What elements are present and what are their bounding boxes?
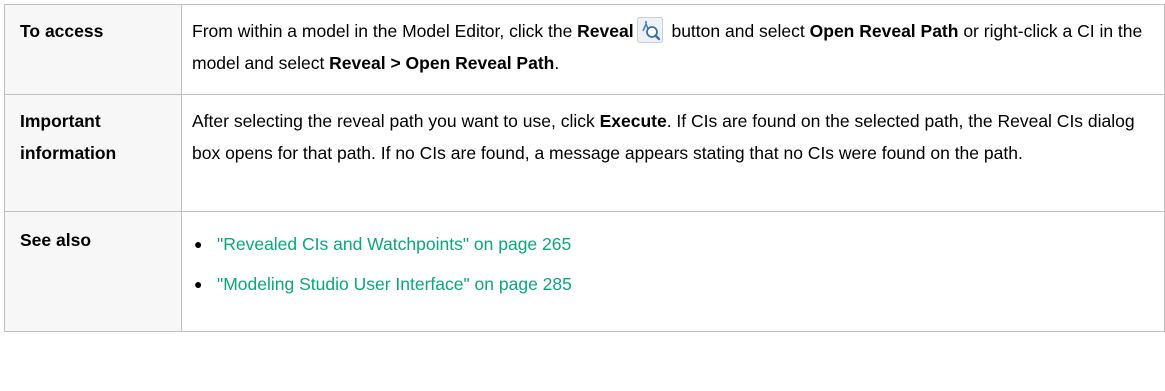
info-table: To access From within a model in the Mod…: [4, 4, 1165, 332]
link-revealed-cis-and-watchpoints[interactable]: "Revealed CIs and Watchpoints" on page 2…: [217, 234, 571, 254]
see-also-item: ● "Modeling Studio User Interface" on pa…: [192, 264, 1150, 304]
access-text-2: button and select: [666, 21, 810, 41]
reveal-icon: [636, 17, 663, 43]
see-also-item: ● "Revealed CIs and Watchpoints" on page…: [192, 224, 1150, 264]
access-text-4: .: [554, 53, 560, 73]
access-bold-open-reveal-path: Open Reveal Path: [809, 21, 959, 41]
important-text-1: After selecting the reveal path you want…: [192, 111, 600, 131]
row-see-also: See also ● "Revealed CIs and Watchpoints…: [4, 211, 1165, 332]
bullet-icon: ●: [194, 236, 203, 252]
label-see-also: See also: [4, 211, 182, 332]
row-to-access: To access From within a model in the Mod…: [4, 4, 1165, 95]
access-bold-reveal: Reveal: [577, 21, 634, 41]
access-bold-menu-path: Reveal > Open Reveal Path: [329, 53, 555, 73]
label-important-information: Important information: [4, 94, 182, 212]
content-see-also: ● "Revealed CIs and Watchpoints" on page…: [181, 211, 1165, 332]
bullet-icon: ●: [194, 276, 203, 292]
row-important-information: Important information After selecting th…: [4, 94, 1165, 212]
important-bold-execute: Execute: [599, 111, 667, 131]
access-text-1: From within a model in the Model Editor,…: [192, 21, 578, 41]
see-also-list: ● "Revealed CIs and Watchpoints" on page…: [192, 224, 1150, 304]
label-to-access: To access: [4, 4, 182, 95]
content-important-information: After selecting the reveal path you want…: [181, 94, 1165, 212]
content-to-access: From within a model in the Model Editor,…: [181, 4, 1165, 95]
link-modeling-studio-user-interface[interactable]: "Modeling Studio User Interface" on page…: [217, 274, 572, 294]
